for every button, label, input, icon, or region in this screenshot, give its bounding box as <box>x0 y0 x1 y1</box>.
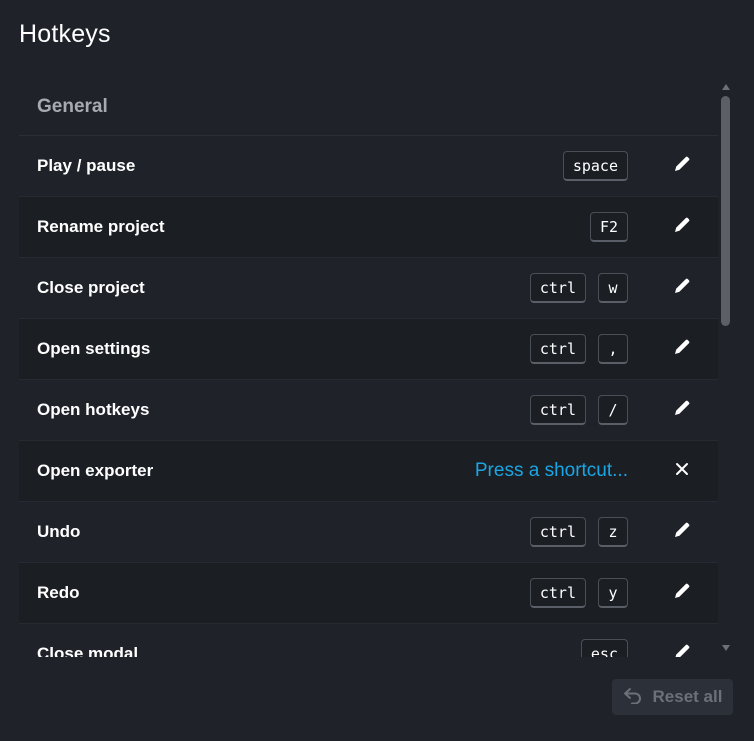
hotkey-label: Open hotkeys <box>37 400 150 419</box>
hotkey-rows: Play / pause space Rename project F2 Close p… <box>19 136 718 657</box>
close-icon <box>674 461 690 482</box>
edit-hotkey-button[interactable] <box>667 212 697 242</box>
hotkey-row: Play / pause space <box>19 136 718 197</box>
hotkey-row: Open settings ctrl, <box>19 319 718 380</box>
key-combo: ctrl z <box>529 517 628 547</box>
cancel-edit-button[interactable] <box>667 456 697 486</box>
hotkey-label: Play / pause <box>37 156 136 175</box>
hotkey-row: Rename project F2 <box>19 197 718 258</box>
hotkey-label: Open settings <box>37 339 151 358</box>
key-combo: esc <box>580 639 628 657</box>
key-cap: y <box>598 578 628 608</box>
pencil-icon <box>672 520 692 545</box>
key-combo: F2 <box>589 212 628 242</box>
pencil-icon <box>672 276 692 301</box>
hotkeys-modal: Hotkeys General Play / pause space Rename … <box>0 0 754 741</box>
hotkey-label: Redo <box>37 583 80 602</box>
key-cap: z <box>598 517 628 547</box>
hotkey-row: Undo ctrl z <box>19 502 718 563</box>
key-cap: ctrl <box>529 273 586 303</box>
pencil-icon <box>672 398 692 423</box>
undo-arrow-icon <box>623 686 643 709</box>
hotkey-row: Close modal esc <box>19 624 718 657</box>
key-cap: esc <box>580 639 628 657</box>
pencil-icon <box>672 337 692 362</box>
key-cap: F2 <box>589 212 628 242</box>
hotkey-row: Redo ctrl y <box>19 563 718 624</box>
key-cap: ctrl <box>529 395 586 425</box>
key-cap: w <box>598 273 628 303</box>
key-cap: ctrl <box>529 517 586 547</box>
edit-hotkey-button[interactable] <box>667 639 697 657</box>
edit-hotkey-button[interactable] <box>667 334 697 364</box>
key-combo: ctrl w <box>529 273 628 303</box>
pencil-icon <box>672 215 692 240</box>
edit-hotkey-button[interactable] <box>667 517 697 547</box>
key-combo: ctrl / <box>529 395 628 425</box>
pencil-icon <box>672 642 692 657</box>
edit-hotkey-button[interactable] <box>667 578 697 608</box>
edit-hotkey-button[interactable] <box>667 395 697 425</box>
key-cap: space <box>562 151 628 181</box>
section-header-general: General <box>19 79 718 136</box>
hotkey-label: Open exporter <box>37 461 154 480</box>
key-combo: ctrl y <box>529 578 628 608</box>
key-combo: space <box>562 151 628 181</box>
hotkey-row: Open exporter Press a shortcut... <box>19 441 718 502</box>
key-cap: / <box>598 395 628 425</box>
modal-title: Hotkeys <box>19 20 111 48</box>
key-combo: ctrl, <box>529 334 628 364</box>
edit-hotkey-button[interactable] <box>667 273 697 303</box>
scroll-down-arrow-icon[interactable] <box>722 645 730 651</box>
hotkey-label: Rename project <box>37 217 165 236</box>
reset-all-label: Reset all <box>652 687 723 706</box>
hotkey-label: Close project <box>37 278 145 297</box>
hotkey-label: Close modal <box>37 644 139 657</box>
scrollbar-thumb[interactable] <box>721 96 730 326</box>
scroll-up-arrow-icon[interactable] <box>722 84 730 90</box>
key-cap: ctrl <box>529 578 586 608</box>
hotkey-row: Close project ctrl w <box>19 258 718 319</box>
scrollbar[interactable] <box>718 79 734 657</box>
edit-hotkey-button[interactable] <box>667 151 697 181</box>
shortcut-capture-prompt: Press a shortcut... <box>474 460 628 481</box>
key-cap: , <box>598 334 628 364</box>
key-cap: ctrl <box>529 334 586 364</box>
reset-all-button[interactable]: Reset all <box>612 679 733 715</box>
pencil-icon <box>672 581 692 606</box>
hotkey-row: Open hotkeys ctrl / <box>19 380 718 441</box>
hotkey-list: General Play / pause space Rename project F… <box>19 79 718 657</box>
pencil-icon <box>672 154 692 179</box>
hotkey-label: Undo <box>37 522 81 541</box>
